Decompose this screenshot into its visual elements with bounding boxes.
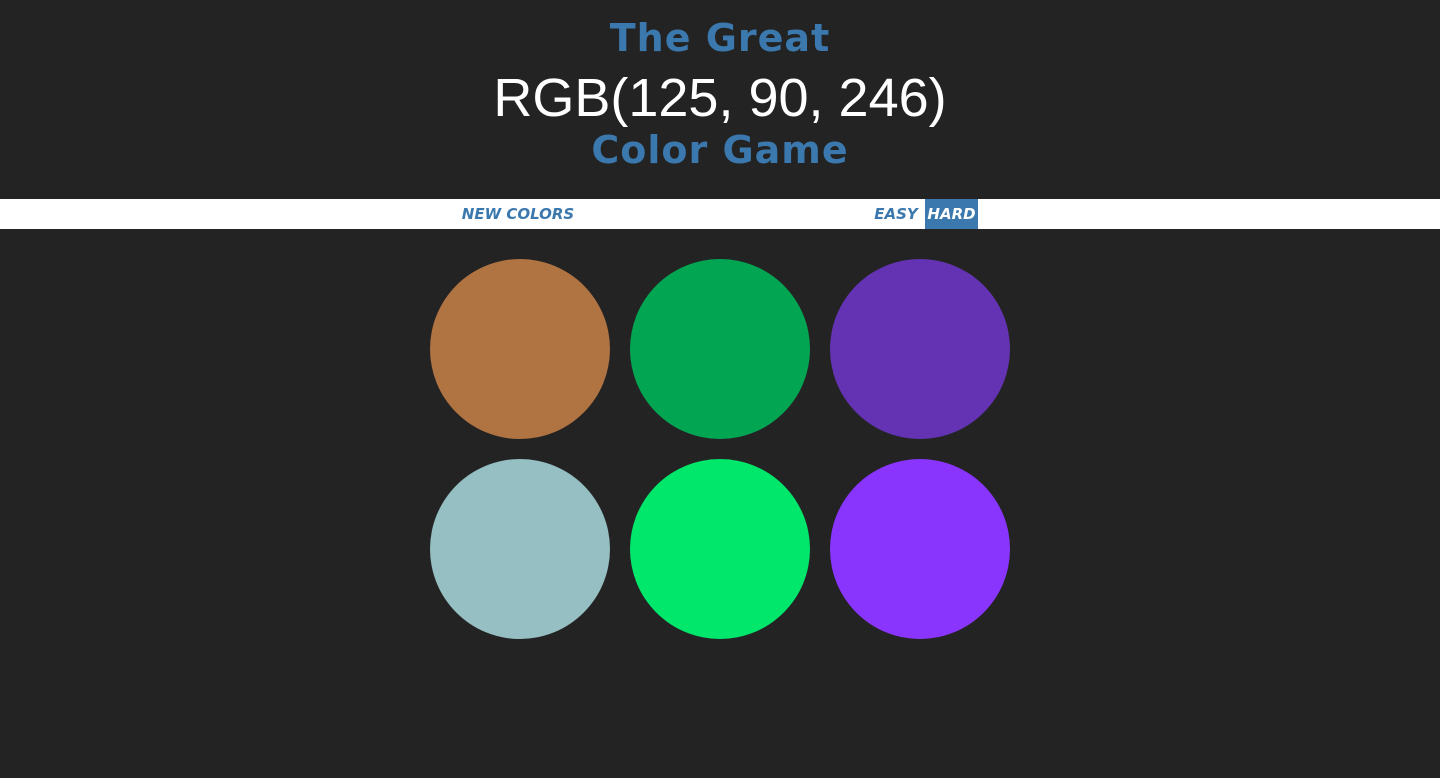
color-square[interactable] xyxy=(430,459,610,639)
hard-mode-button[interactable]: Hard xyxy=(925,199,978,229)
color-square[interactable] xyxy=(830,459,1010,639)
title-bottom: Color Game xyxy=(591,128,849,172)
color-square[interactable] xyxy=(630,459,810,639)
color-square[interactable] xyxy=(430,259,610,439)
color-square[interactable] xyxy=(630,259,810,439)
easy-mode-button[interactable]: Easy xyxy=(870,199,922,229)
controls-stripe: New Colors Easy Hard xyxy=(0,199,1440,229)
target-rgb-display: RGB(125, 90, 246) xyxy=(493,68,947,128)
new-colors-button[interactable]: New Colors xyxy=(460,199,576,229)
title-top: The Great xyxy=(609,16,831,60)
color-square[interactable] xyxy=(830,259,1010,439)
game-header: The Great RGB(125, 90, 246) Color Game xyxy=(0,0,1440,199)
